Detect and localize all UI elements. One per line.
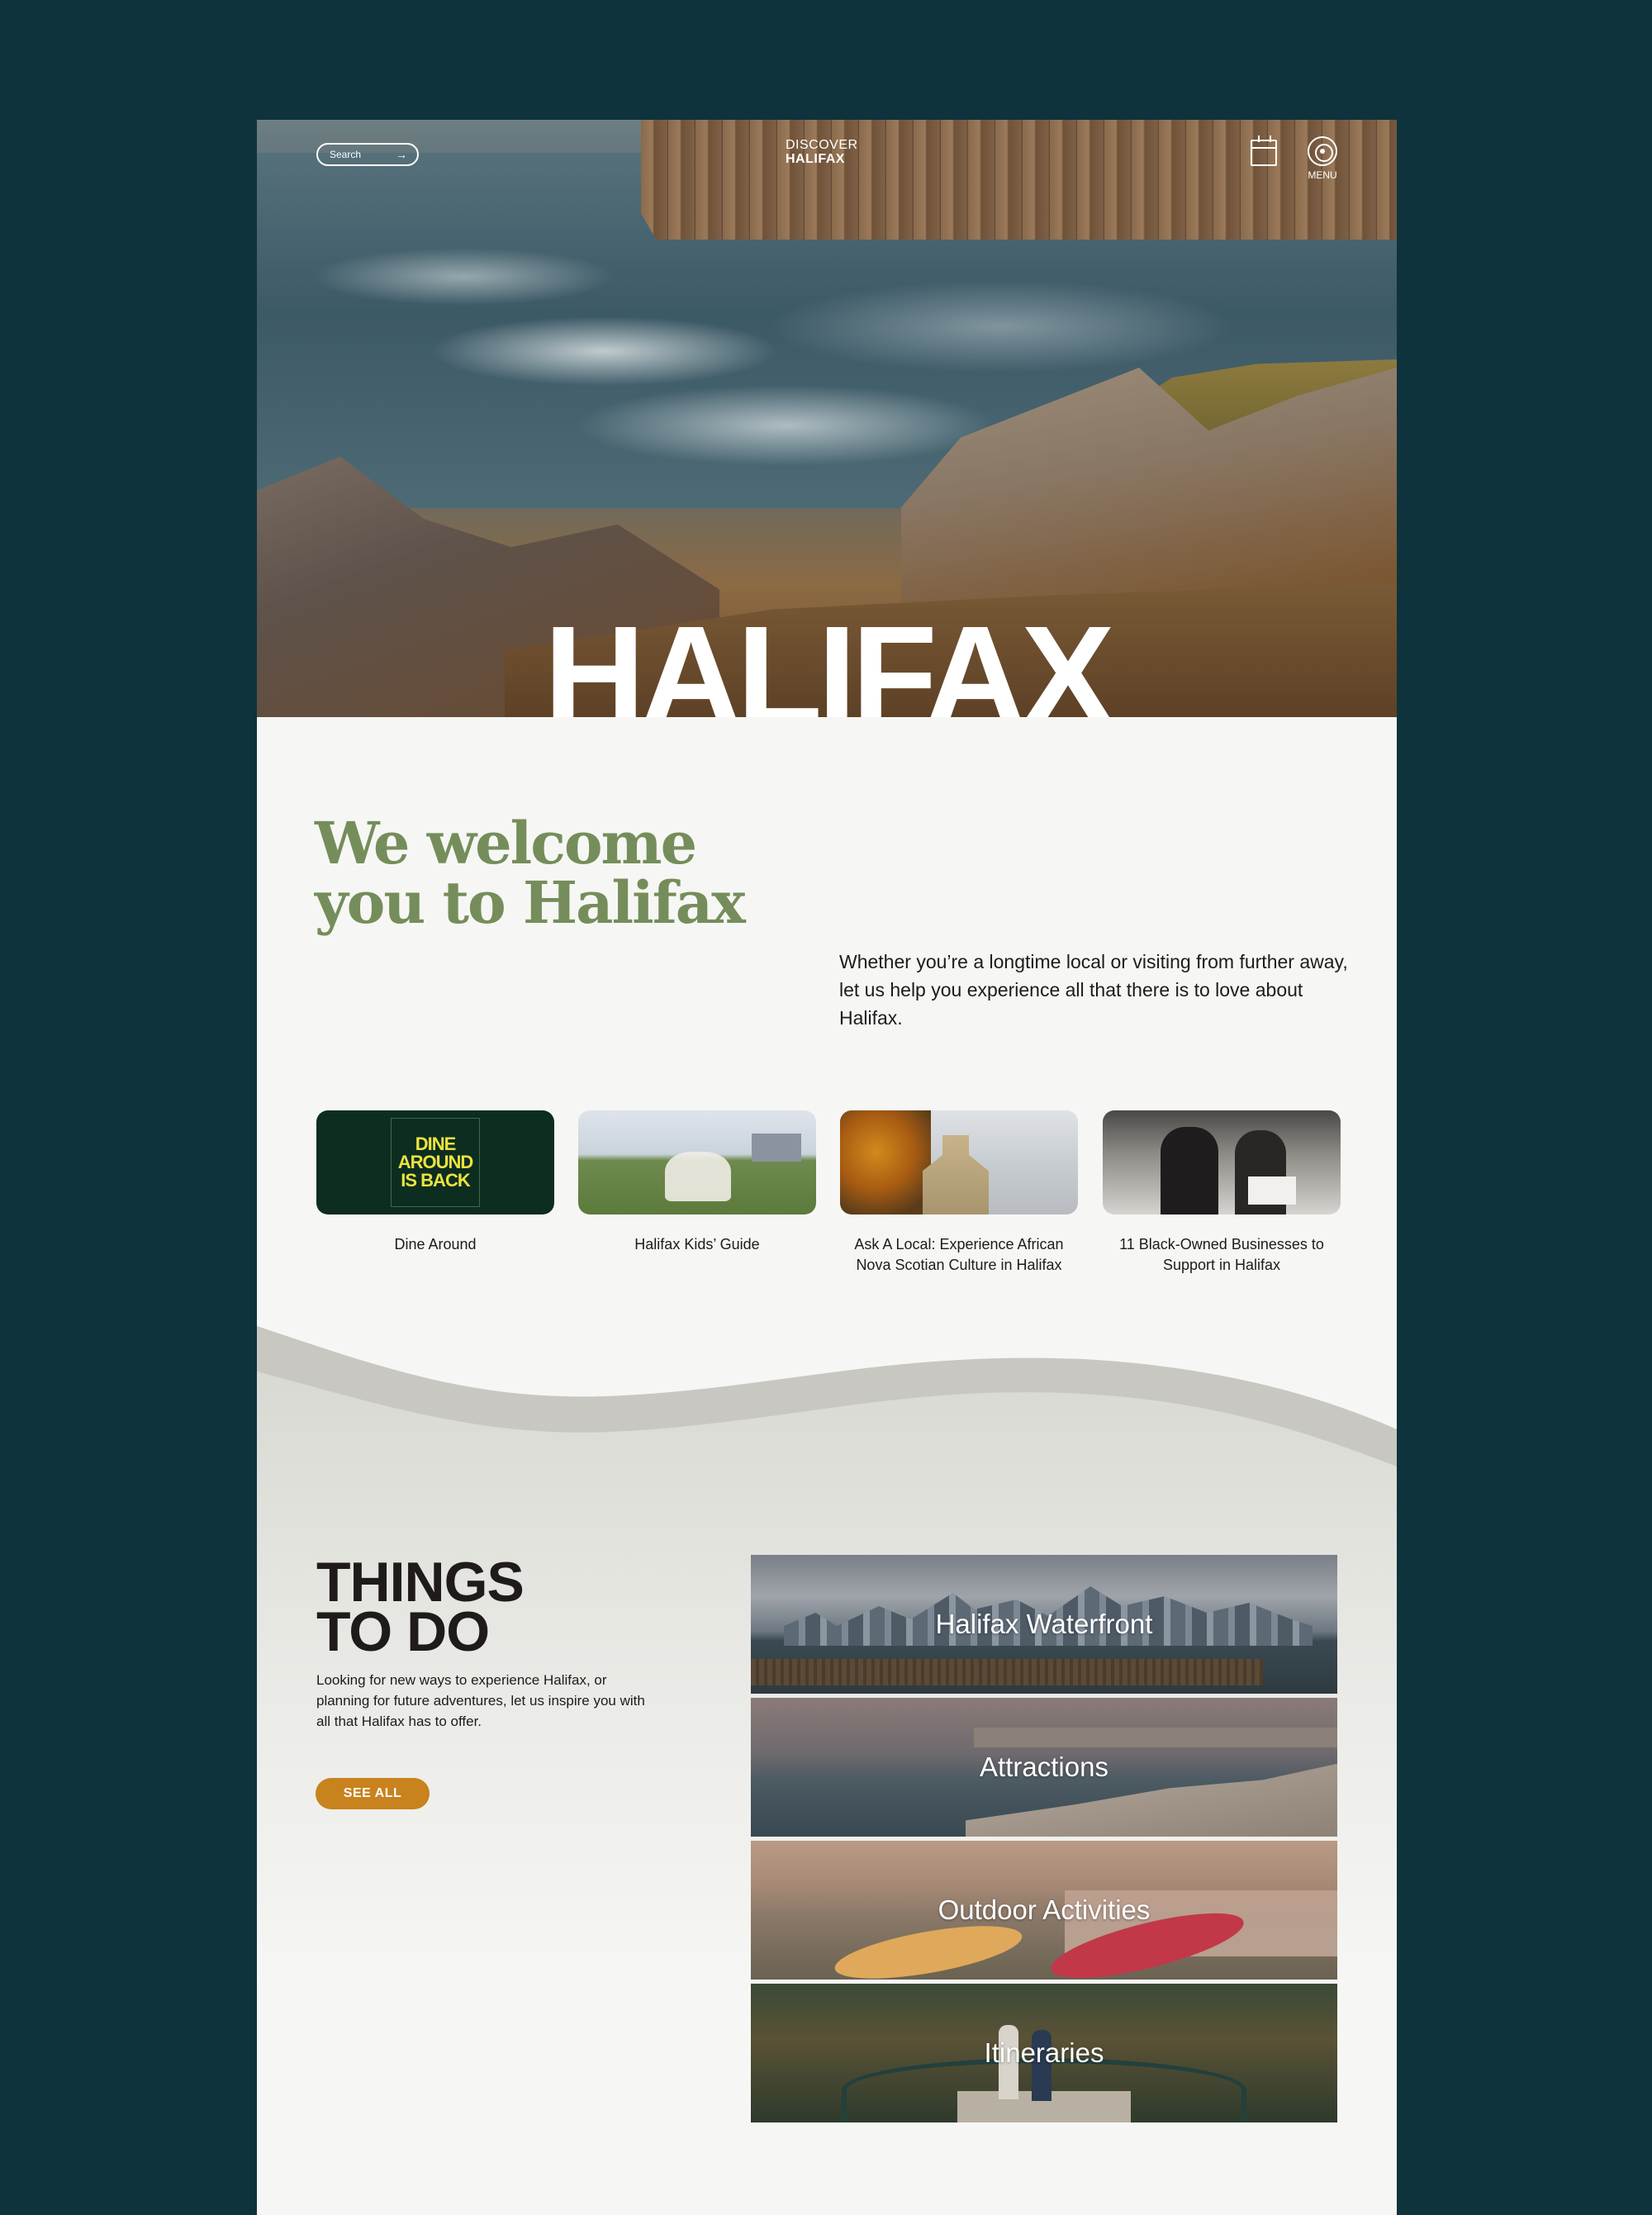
tile-label: Itineraries (984, 2037, 1104, 2068)
poster-line-3: IS BACK (401, 1170, 470, 1191)
poster-line-1: DINE (415, 1134, 457, 1154)
card-caption: 11 Black-Owned Businesses to Support in … (1119, 1236, 1324, 1273)
category-tiles: Halifax Waterfront Attractions Outdoor A… (751, 1555, 1337, 2127)
welcome-title-line-2: you to Halifax (315, 868, 746, 937)
poster-line-2: AROUND (397, 1152, 474, 1172)
card-kids-guide[interactable]: Halifax Kids’ Guide (578, 1110, 816, 1255)
menu-button[interactable]: MENU (1304, 136, 1341, 181)
menu-target-icon (1308, 136, 1337, 166)
tile-attractions[interactable]: Attractions (751, 1698, 1337, 1837)
card-caption: Halifax Kids’ Guide (634, 1236, 760, 1252)
feature-cards: DINE AROUND IS BACK Dine Around Halifax … (316, 1110, 1341, 1284)
see-all-button[interactable]: SEE ALL (316, 1778, 430, 1809)
logo-line-1: DISCOVER (786, 138, 858, 152)
search-input[interactable]: Search → (316, 143, 419, 166)
card-ask-a-local[interactable]: Ask A Local: Experience African Nova Sco… (840, 1110, 1078, 1276)
tile-halifax-waterfront[interactable]: Halifax Waterfront (751, 1555, 1337, 1694)
building-shape (752, 1134, 801, 1162)
dock-shape (751, 1659, 1263, 1685)
church-shape (923, 1135, 989, 1214)
card-caption: Ask A Local: Experience African Nova Sco… (854, 1236, 1064, 1273)
family-shape (665, 1152, 731, 1201)
things-to-do-text: Looking for new ways to experience Halif… (316, 1672, 645, 1729)
dine-around-poster: DINE AROUND IS BACK (391, 1118, 480, 1207)
deck-shape (974, 1728, 1337, 1747)
card-dine-around[interactable]: DINE AROUND IS BACK Dine Around (316, 1110, 554, 1255)
card-image (1103, 1110, 1341, 1214)
site-logo[interactable]: DISCOVER HALIFAX (786, 138, 876, 166)
arrow-right-icon[interactable]: → (396, 149, 407, 160)
card-image (840, 1110, 1078, 1214)
hero: Search → DISCOVER HALIFAX MENU HALIFAX (257, 120, 1397, 717)
card-black-owned-businesses[interactable]: 11 Black-Owned Businesses to Support in … (1103, 1110, 1341, 1276)
welcome-title: We welcome you to Halifax (315, 814, 827, 933)
person-shape (1161, 1127, 1218, 1214)
hero-fence-image (641, 120, 1397, 240)
box-shape (1248, 1176, 1296, 1205)
search-placeholder: Search (330, 149, 362, 160)
tile-itineraries[interactable]: Itineraries (751, 1984, 1337, 2122)
calendar-icon[interactable] (1251, 135, 1277, 166)
menu-label: MENU (1308, 169, 1337, 181)
logo-line-2: HALIFAX (786, 152, 845, 166)
card-caption: Dine Around (394, 1236, 477, 1252)
page: Search → DISCOVER HALIFAX MENU HALIFAX W… (257, 120, 1397, 2215)
autumn-leaves-shape (840, 1110, 931, 1214)
hero-title: HALIFAX (544, 597, 1114, 717)
ttd-title-line-2: TO DO (316, 1600, 490, 1663)
tile-label: Halifax Waterfront (935, 1609, 1153, 1639)
card-image (578, 1110, 816, 1214)
welcome-title-line-1: We welcome (315, 809, 697, 877)
things-to-do-title: THINGS TO DO (316, 1554, 525, 1660)
card-image: DINE AROUND IS BACK (316, 1110, 554, 1214)
tile-outdoor-activities[interactable]: Outdoor Activities (751, 1841, 1337, 1980)
tile-label: Outdoor Activities (938, 1894, 1151, 1925)
welcome-text: Whether you’re a longtime local or visit… (839, 951, 1348, 1029)
tile-label: Attractions (980, 1752, 1108, 1782)
